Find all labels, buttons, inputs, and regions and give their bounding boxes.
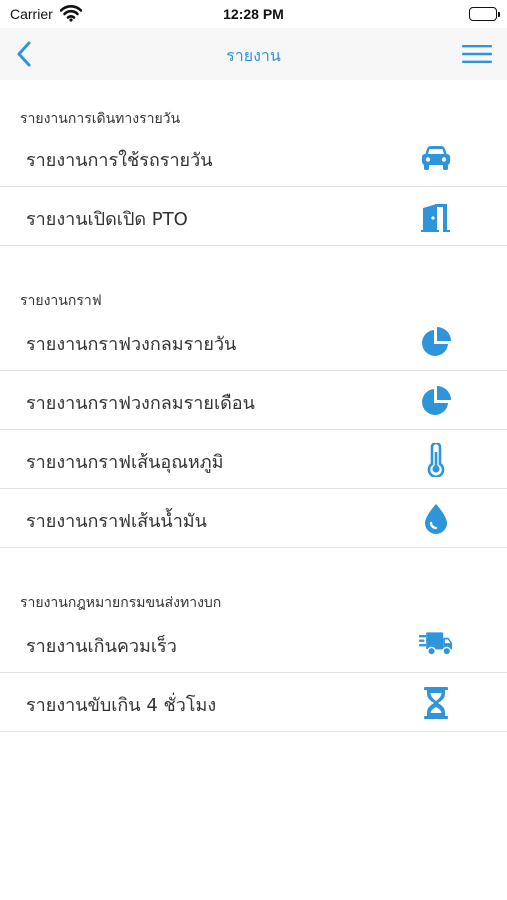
report-item-daily-pie-chart[interactable]: รายงานกราฟวงกลมรายวัน <box>0 312 507 371</box>
navigation-bar: รายงาน <box>0 28 507 80</box>
thermometer-icon <box>419 443 453 477</box>
fast-truck-icon <box>419 627 453 661</box>
page-title: รายงาน <box>226 46 281 65</box>
menu-button[interactable] <box>461 40 493 68</box>
report-item-label: รายงานเกินควมเร็ว <box>26 636 177 657</box>
status-time: 12:28 PM <box>223 6 284 22</box>
section-header-graph: รายงานกราฟ <box>20 293 102 309</box>
car-icon <box>419 141 453 175</box>
section-header-land-transport-law: รายงานกฎหมายกรมขนส่งทางบก <box>20 595 222 611</box>
report-item-label: รายงานกราฟวงกลมรายวัน <box>26 334 237 355</box>
report-item-label: รายงานกราฟเส้นน้ำมัน <box>26 511 207 532</box>
report-list: รายงานการเดินทางรายวัน รายงานการใช้รถราย… <box>0 80 507 732</box>
fuel-drop-icon <box>419 502 453 536</box>
report-item-pto-open[interactable]: รายงานเปิดเปิด PTO <box>0 187 507 246</box>
door-icon <box>419 200 453 234</box>
report-item-label: รายงานขับเกิน 4 ชั่วโมง <box>26 695 217 716</box>
report-item-monthly-pie-chart[interactable]: รายงานกราฟวงกลมรายเดือน <box>0 371 507 430</box>
report-item-driving-over-4-hours[interactable]: รายงานขับเกิน 4 ชั่วโมง <box>0 673 507 732</box>
report-item-over-speed[interactable]: รายงานเกินควมเร็ว <box>0 614 507 673</box>
section-header-daily-trip: รายงานการเดินทางรายวัน <box>20 111 181 127</box>
report-item-label: รายงานกราฟเส้นอุณหภูมิ <box>26 452 224 473</box>
report-item-label: รายงานการใช้รถรายวัน <box>26 150 213 171</box>
report-item-temperature-line-chart[interactable]: รายงานกราฟเส้นอุณหภูมิ <box>0 430 507 489</box>
report-item-label: รายงานเปิดเปิด PTO <box>26 209 188 230</box>
hourglass-icon <box>419 686 453 720</box>
status-bar: Carrier 12:28 PM <box>0 0 507 28</box>
pie-chart-icon <box>419 384 453 418</box>
report-item-label: รายงานกราฟวงกลมรายเดือน <box>26 393 255 414</box>
pie-chart-icon <box>419 325 453 359</box>
hamburger-menu-icon <box>462 45 492 63</box>
report-item-daily-vehicle-usage[interactable]: รายงานการใช้รถรายวัน <box>0 128 507 187</box>
report-item-fuel-line-chart[interactable]: รายงานกราฟเส้นน้ำมัน <box>0 489 507 548</box>
battery-icon <box>469 7 500 21</box>
